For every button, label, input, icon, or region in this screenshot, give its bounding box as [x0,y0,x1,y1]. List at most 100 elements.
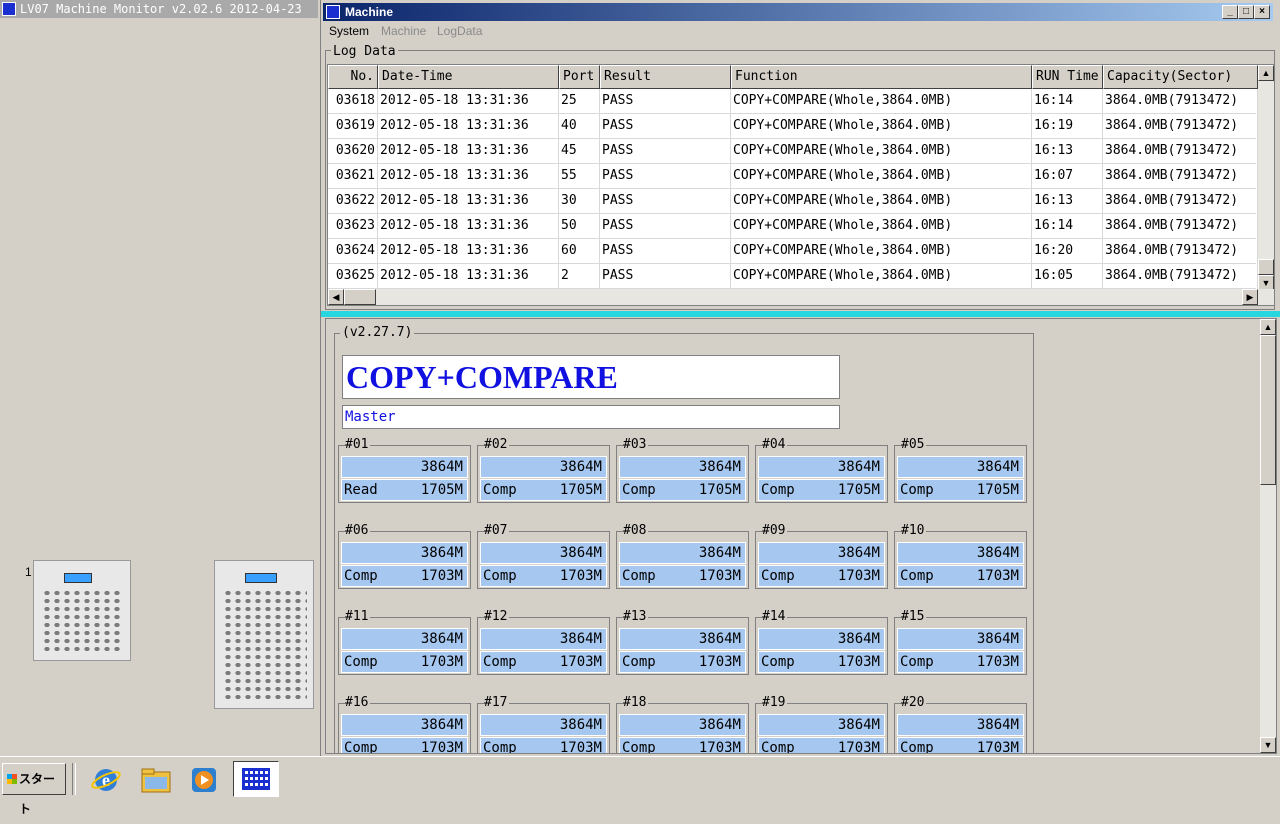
port-tile[interactable]: #12 3864M Comp 1703M [477,609,610,675]
explorer-icon[interactable] [140,765,172,795]
port-status-text: Comp [761,568,795,584]
port-capacity: 3864M [619,714,746,736]
port-progress-size: 1703M [976,740,1019,754]
port-tile[interactable]: #07 3864M Comp 1703M [477,523,610,589]
table-row[interactable]: 03619 2012-05-18 13:31:36 40 PASS COPY+COMPA… [328,114,1258,139]
column-header-datetime[interactable]: Date-Time [378,65,559,89]
port-label: #06 [345,523,371,538]
port-tile[interactable]: #16 3864M Comp 1703M [338,695,471,753]
row-capacity: 3864.0MB(7913472) [1103,214,1258,239]
column-header-result[interactable]: Result [600,65,731,89]
table-row[interactable]: 03621 2012-05-18 13:31:36 55 PASS COPY+COMPA… [328,164,1258,189]
version-label: (v2.27.7) [340,325,415,340]
status-vertical-scrollbar[interactable]: ▲ ▼ [1260,319,1276,753]
splitter-bar[interactable] [321,311,1280,317]
row-datetime: 2012-05-18 13:31:36 [378,114,559,139]
row-runtime: 16:07 [1032,164,1103,189]
app-titlebar[interactable]: LV07 Machine Monitor v2.02.6 2012-04-23 [0,0,318,18]
port-status-text: Comp [622,568,656,584]
table-row[interactable]: 03622 2012-05-18 13:31:36 30 PASS COPY+COMPA… [328,189,1258,214]
hscroll-thumb[interactable] [344,289,376,305]
port-label: #08 [623,523,649,538]
port-tile[interactable]: #20 3864M Comp 1703M [894,695,1027,754]
machine-window[interactable]: Machine _ □ × System Machine LogData Log… [320,0,1280,756]
scroll-up-icon[interactable]: ▲ [1258,65,1274,81]
port-tile[interactable]: #17 3864M Comp 1703M [477,695,610,753]
log-horizontal-scrollbar[interactable]: ◀ ▶ [328,289,1274,305]
row-capacity: 3864.0MB(7913472) [1103,139,1258,164]
port-capacity: 3864M [619,456,746,478]
port-tile[interactable]: #14 3864M Comp 1703M [755,609,888,675]
port-tile[interactable]: #13 3864M Comp 1703M [616,609,749,675]
port-tile[interactable]: #04 3864M Comp 1705M [755,437,888,503]
column-header-port[interactable]: Port [559,65,600,89]
port-tile[interactable]: #03 3864M Comp 1705M [616,437,749,503]
port-tile[interactable]: #02 3864M Comp 1705M [477,437,610,503]
scroll-thumb[interactable] [1258,259,1274,275]
port-capacity: 3864M [341,456,468,478]
scroll-left-icon[interactable]: ◀ [328,289,344,305]
menu-system[interactable]: System [329,24,369,38]
port-status: Comp 1705M [897,479,1024,501]
port-tile[interactable]: #09 3864M Comp 1703M [755,523,888,589]
port-tile[interactable]: #10 3864M Comp 1703M [894,523,1027,589]
duplicator-device-icon[interactable] [214,560,314,709]
scroll-right-icon[interactable]: ▶ [1242,289,1258,305]
row-capacity: 3864.0MB(7913472) [1103,89,1258,114]
media-player-icon[interactable] [188,765,220,795]
port-status: Comp 1703M [758,565,885,587]
minimize-button[interactable]: _ [1222,5,1238,19]
column-header-function[interactable]: Function [731,65,1032,89]
scroll-up-icon[interactable]: ▲ [1260,319,1276,335]
port-status-text: Comp [483,654,517,670]
close-button[interactable]: × [1254,5,1270,19]
menu-machine[interactable]: Machine [381,24,426,38]
port-tile[interactable]: #19 3864M Comp 1703M [755,695,888,753]
port-status-text: Comp [344,568,378,584]
scroll-thumb[interactable] [1260,335,1276,485]
table-row[interactable]: 03625 2012-05-18 13:31:36 2 PASS COPY+COMPAR… [328,264,1258,289]
port-tile[interactable]: #05 3864M Comp 1705M [894,437,1027,503]
port-status-text: Comp [622,482,656,498]
table-row[interactable]: 03618 2012-05-18 13:31:36 25 PASS COPY+COMPA… [328,89,1258,114]
port-label: #10 [901,523,927,538]
table-row[interactable]: 03624 2012-05-18 13:31:36 60 PASS COPY+COMPA… [328,239,1258,264]
duplicator-device-icon[interactable] [33,560,131,661]
column-header-capacity[interactable]: Capacity(Sector) [1103,65,1258,89]
port-label: #05 [901,437,927,452]
row-function: COPY+COMPARE(Whole,3864.0MB) [731,214,1032,239]
port-tile[interactable]: #06 3864M Comp 1703M [338,523,471,589]
port-label: #02 [484,437,510,452]
port-capacity: 3864M [341,714,468,736]
port-status-text: Comp [761,654,795,670]
menu-logdata[interactable]: LogData [437,24,482,38]
taskbar: スタート e [0,756,1280,816]
ie-icon[interactable]: e [90,765,122,795]
port-tile[interactable]: #01 3864M Read 1705M [338,437,471,503]
port-tile[interactable]: #11 3864M Comp 1703M [338,609,471,675]
window-titlebar[interactable]: Machine _ □ × [323,3,1273,21]
row-function: COPY+COMPARE(Whole,3864.0MB) [731,164,1032,189]
row-port: 40 [559,114,600,139]
column-header-no[interactable]: No. [328,65,378,89]
port-progress-size: 1705M [837,482,880,498]
column-header-runtime[interactable]: RUN Time [1032,65,1103,89]
port-tile[interactable]: #15 3864M Comp 1703M [894,609,1027,675]
port-label: #20 [901,695,927,710]
table-row[interactable]: 03623 2012-05-18 13:31:36 50 PASS COPY+COMPA… [328,214,1258,239]
port-capacity: 3864M [619,542,746,564]
start-button[interactable]: スタート [2,763,66,816]
port-tile[interactable]: #18 3864M Comp 1703M [616,695,749,753]
port-status: Comp 1703M [897,737,1024,754]
port-tile[interactable]: #08 3864M Comp 1703M [616,523,749,589]
machine-monitor-icon[interactable] [233,761,279,797]
scroll-down-icon[interactable]: ▼ [1260,737,1276,753]
port-progress-size: 1705M [976,482,1019,498]
row-datetime: 2012-05-18 13:31:36 [378,89,559,114]
port-label: #07 [484,523,510,538]
log-table[interactable]: No. Date-Time Port Result Function RUN T… [327,64,1275,306]
port-capacity: 3864M [480,542,607,564]
log-vertical-scrollbar[interactable]: ▲ ▼ [1258,65,1274,291]
maximize-button[interactable]: □ [1238,5,1254,19]
table-row[interactable]: 03620 2012-05-18 13:31:36 45 PASS COPY+COMPA… [328,139,1258,164]
